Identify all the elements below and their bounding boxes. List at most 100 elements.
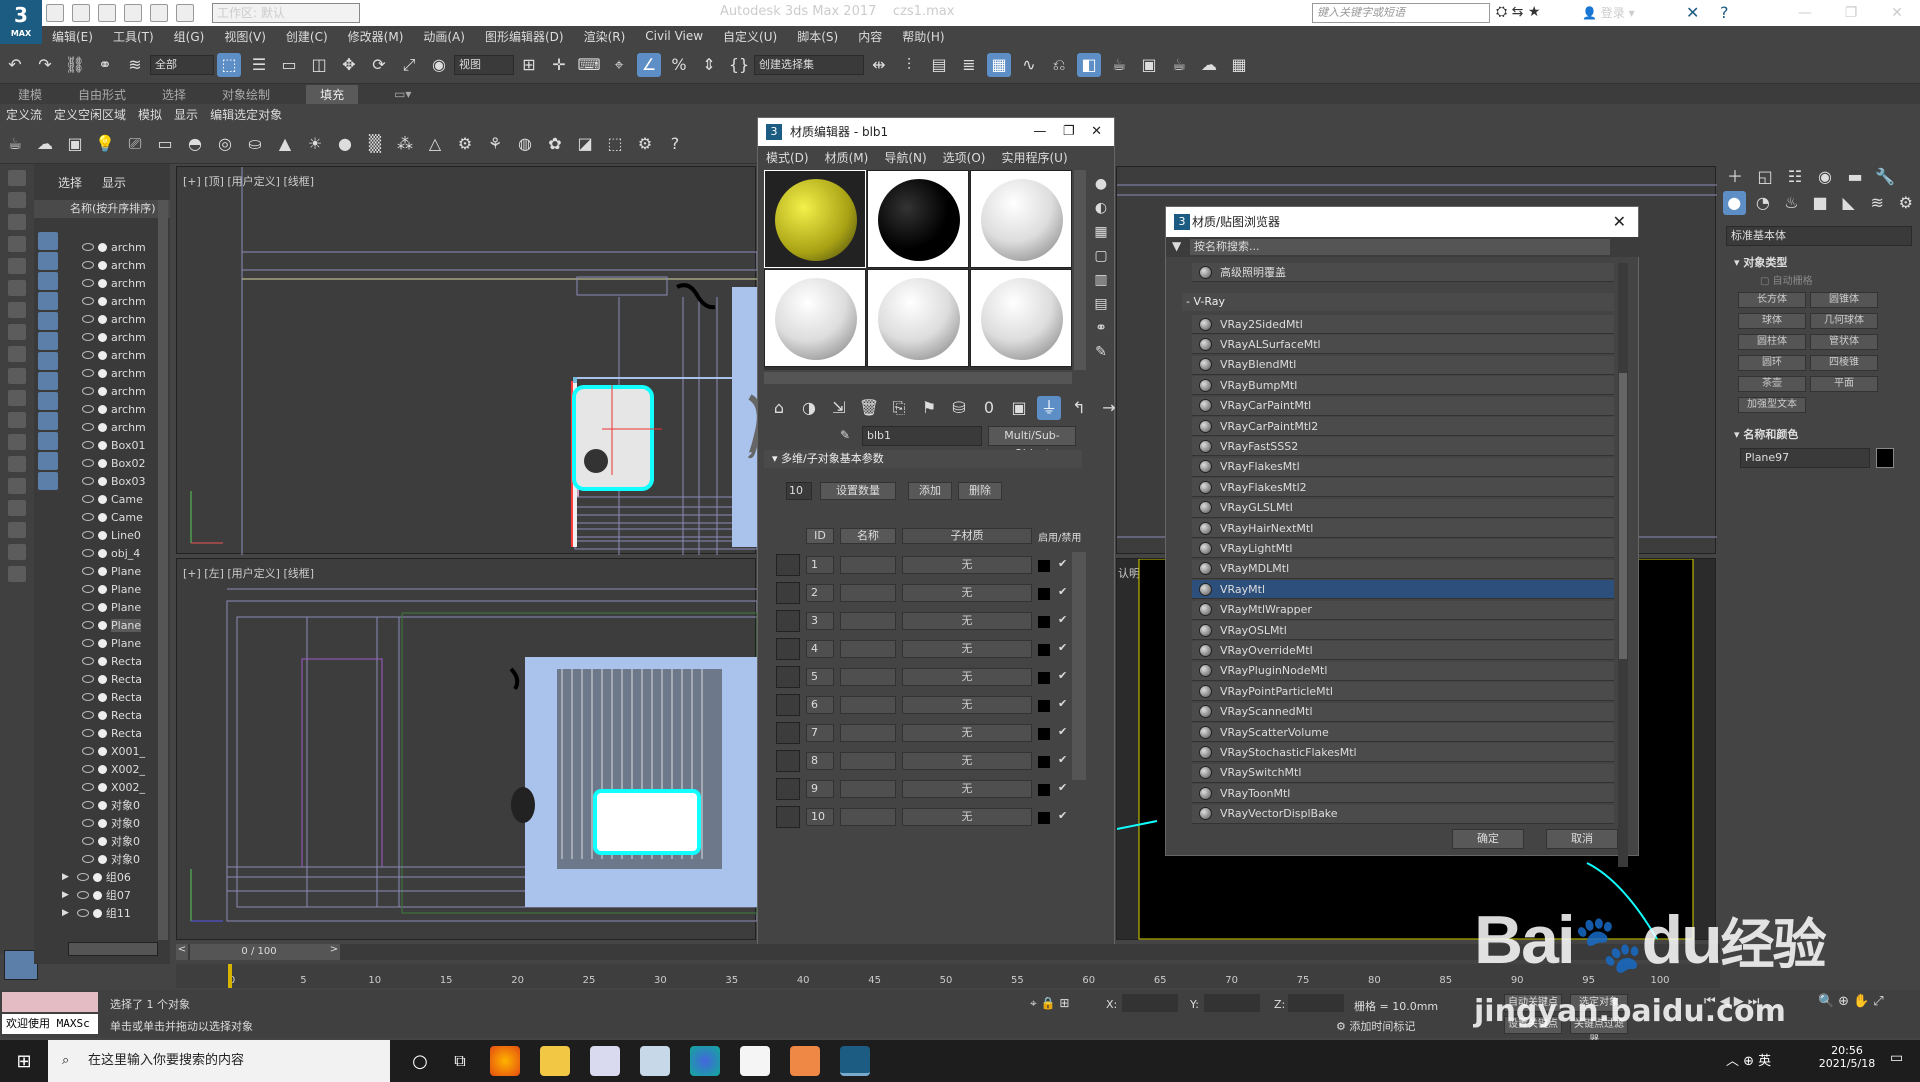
explorer-row[interactable]: X002_ xyxy=(34,760,170,778)
slots-hscrollbar[interactable] xyxy=(764,372,1072,384)
go-sibling-icon[interactable]: → xyxy=(1097,396,1121,420)
explorer-row[interactable]: X002_ xyxy=(34,778,170,796)
sun-icon[interactable]: ☀ xyxy=(303,132,327,156)
menu-item-0[interactable]: 编辑(E) xyxy=(52,28,93,45)
viewport-layout-icon[interactable] xyxy=(4,950,38,980)
left-tool-icon[interactable] xyxy=(8,566,26,582)
primitive-button[interactable]: 茶壶 xyxy=(1738,376,1806,392)
minimize-button[interactable]: — xyxy=(1782,0,1828,26)
browser-item[interactable]: VRayToonMtl xyxy=(1192,784,1614,804)
left-tool-icon[interactable] xyxy=(8,280,26,296)
sub-id-field[interactable]: 6 xyxy=(806,696,834,714)
material-slot-3[interactable] xyxy=(970,170,1072,268)
explorer-filter-icon[interactable] xyxy=(38,412,58,430)
left-tool-icon[interactable] xyxy=(8,170,26,186)
freeze-dot-icon[interactable] xyxy=(98,746,107,756)
left-tool-icon[interactable] xyxy=(8,302,26,318)
vray-icon[interactable]: ◪ xyxy=(573,132,597,156)
freeze-dot-icon[interactable] xyxy=(98,332,107,342)
browser-scroll-thumb[interactable] xyxy=(1619,373,1627,659)
sub-enable-checkbox[interactable]: ✔ xyxy=(1058,557,1067,570)
sub-color-swatch[interactable] xyxy=(776,722,800,744)
browser-item[interactable]: VRayFlakesMtl xyxy=(1192,457,1614,477)
freeze-dot-icon[interactable] xyxy=(98,494,107,504)
explorer-row[interactable]: 对象0 xyxy=(34,814,170,832)
mat-menu-item-2[interactable]: 导航(N) xyxy=(884,149,926,166)
material-name-field[interactable]: blb1 xyxy=(862,426,982,446)
header-name[interactable]: 名称 xyxy=(840,528,896,544)
render-setup-icon[interactable]: ☕ xyxy=(1107,53,1131,77)
primitive-button[interactable]: 圆环 xyxy=(1738,355,1806,371)
material-editor-icon[interactable]: ◧ xyxy=(1077,52,1101,77)
populate-tool-2[interactable]: 模拟 xyxy=(138,106,162,123)
time-next-button[interactable]: > xyxy=(328,944,340,960)
material-slot-1[interactable] xyxy=(764,170,866,268)
sub-material-button[interactable]: 无 xyxy=(902,752,1032,770)
menu-item-9[interactable]: Civil View xyxy=(645,29,703,43)
sub-material-button[interactable]: 无 xyxy=(902,724,1032,742)
explorer-filter-icon[interactable] xyxy=(38,372,58,390)
left-tool-icon[interactable] xyxy=(8,456,26,472)
primitive-button[interactable]: 加强型文本 xyxy=(1738,397,1806,413)
sub-material-button[interactable]: 无 xyxy=(902,780,1032,798)
camera-icon[interactable]: ⎚ xyxy=(123,132,147,156)
freeze-dot-icon[interactable] xyxy=(98,386,107,396)
left-tool-icon[interactable] xyxy=(8,192,26,208)
teapot-icon[interactable]: ☕ xyxy=(3,132,27,156)
explorer-row[interactable]: 对象0 xyxy=(34,850,170,868)
mat-menu-item-3[interactable]: 选项(O) xyxy=(943,149,986,166)
browser-item[interactable]: VRayOverrideMtl xyxy=(1192,641,1614,661)
visibility-eye-icon[interactable] xyxy=(82,297,94,305)
go-parent-icon[interactable]: ↰ xyxy=(1067,396,1091,420)
add-time-tag[interactable]: ⚙ 添加时间标记 xyxy=(1336,1018,1415,1034)
visibility-eye-icon[interactable] xyxy=(82,711,94,719)
menu-item-2[interactable]: 组(G) xyxy=(174,28,205,45)
material-editor-titlebar[interactable]: 3 材质编辑器 - blb1 — ❐ ✕ xyxy=(758,118,1114,146)
sub-color-black[interactable] xyxy=(1038,588,1050,600)
visibility-eye-icon[interactable] xyxy=(82,351,94,359)
freeze-dot-icon[interactable] xyxy=(98,458,107,468)
visibility-eye-icon[interactable] xyxy=(82,477,94,485)
cameras-icon[interactable]: ■ xyxy=(1809,191,1832,215)
primitive-button[interactable]: 球体 xyxy=(1738,313,1806,329)
sub-enable-checkbox[interactable]: ✔ xyxy=(1058,585,1067,598)
tab-display[interactable]: 显示 xyxy=(102,174,126,191)
expand-icon[interactable]: ▶ xyxy=(62,890,69,900)
sub-name-field[interactable] xyxy=(840,752,896,770)
freeze-dot-icon[interactable] xyxy=(98,296,107,306)
primitive-button[interactable]: 长方体 xyxy=(1738,292,1806,308)
sub-enable-checkbox[interactable]: ✔ xyxy=(1058,753,1067,766)
sub-name-field[interactable] xyxy=(840,696,896,714)
browser-item[interactable]: VRaySwitchMtl xyxy=(1192,763,1614,783)
sub-name-field[interactable] xyxy=(840,724,896,742)
explorer-filter-icon[interactable] xyxy=(38,272,58,290)
sub-color-swatch[interactable] xyxy=(776,778,800,800)
menu-item-12[interactable]: 内容 xyxy=(858,28,882,45)
light-icon[interactable]: 💡 xyxy=(93,132,117,156)
sub-color-swatch[interactable] xyxy=(776,750,800,772)
sub-id-field[interactable]: 3 xyxy=(806,612,834,630)
edge-icon[interactable] xyxy=(690,1046,720,1076)
left-tool-icon[interactable] xyxy=(8,522,26,538)
dome-icon[interactable]: ◓ xyxy=(183,132,207,156)
sub-id-field[interactable]: 7 xyxy=(806,724,834,742)
settings-icon[interactable]: ⚙ xyxy=(633,132,657,156)
maximize-button[interactable]: ❐ xyxy=(1828,0,1874,26)
sub-name-field[interactable] xyxy=(840,612,896,630)
explorer-filter-icon[interactable] xyxy=(38,472,58,490)
ribbon-tab-4[interactable]: 填充 xyxy=(306,84,359,104)
sub-color-swatch[interactable] xyxy=(776,666,800,688)
visibility-eye-icon[interactable] xyxy=(82,729,94,737)
pick-material-icon[interactable]: ✎ xyxy=(840,428,850,442)
bind-space-warp-icon[interactable]: ≋ xyxy=(123,53,147,77)
visibility-eye-icon[interactable] xyxy=(82,279,94,287)
pyramid-icon[interactable]: △ xyxy=(423,132,447,156)
explorer-filter-icon[interactable] xyxy=(38,452,58,470)
help-icon[interactable]: ? xyxy=(1720,3,1729,22)
sub-material-button[interactable]: 无 xyxy=(902,640,1032,658)
scale-icon[interactable]: ⤢ xyxy=(397,53,421,77)
browser-item[interactable]: VRayScatterVolume xyxy=(1192,723,1614,742)
cancel-button[interactable]: 取消 xyxy=(1546,829,1618,849)
explorer-row[interactable]: Recta xyxy=(34,706,170,724)
cloud-icon[interactable]: ☁ xyxy=(33,132,57,156)
